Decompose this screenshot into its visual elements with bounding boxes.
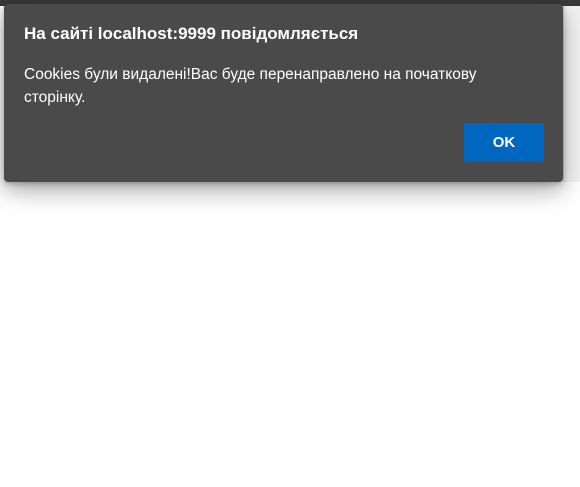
dialog-title: На сайті localhost:9999 повідомляється: [24, 24, 359, 43]
page-scrollbar-edge: [563, 6, 580, 182]
alert-dialog: На сайті localhost:9999 повідомляється C…: [4, 4, 563, 182]
ok-button[interactable]: OK: [464, 123, 544, 162]
dialog-message: Cookies були видалені!Вас буде перенапра…: [24, 66, 477, 106]
